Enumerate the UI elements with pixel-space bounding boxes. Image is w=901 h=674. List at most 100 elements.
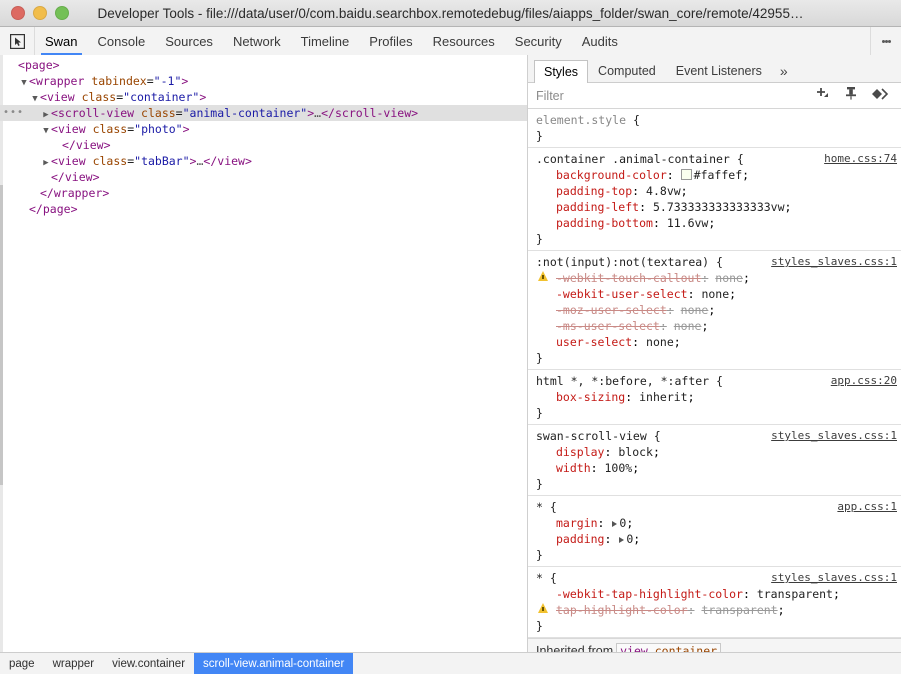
css-selector[interactable]: swan-scroll-view (536, 429, 647, 443)
css-declaration[interactable]: padding-left: 5.733333333333333vw; (536, 199, 901, 215)
tab-profiles[interactable]: Profiles (359, 27, 422, 55)
css-value[interactable]: 5.733333333333333vw (653, 200, 785, 214)
css-declaration[interactable]: -webkit-user-select: none; (536, 286, 901, 302)
css-origin-link[interactable]: styles_slaves.css:1 (771, 254, 897, 270)
css-property[interactable]: padding-bottom (556, 216, 653, 230)
css-value[interactable]: 4.8vw (646, 184, 681, 198)
dom-node[interactable]: ▼<wrapper tabindex="-1"> (0, 73, 527, 89)
chevron-double-right-icon[interactable]: » (772, 59, 796, 82)
css-property[interactable]: background-color (556, 168, 667, 182)
css-property[interactable]: -webkit-touch-callout (556, 271, 701, 285)
css-selector-row[interactable]: .container .animal-container {home.css:7… (536, 151, 901, 167)
css-selector[interactable]: element.style (536, 113, 626, 127)
breadcrumb-item-scroll-view-animal-container[interactable]: scroll-view.animal-container (194, 653, 353, 674)
css-value[interactable]: 0 (619, 516, 626, 530)
css-value[interactable]: none (674, 319, 702, 333)
css-property[interactable]: box-sizing (556, 390, 625, 404)
css-property[interactable]: -webkit-tap-highlight-color (556, 587, 743, 601)
zoom-button[interactable] (55, 6, 69, 20)
css-origin-link[interactable]: app.css:1 (837, 499, 897, 515)
css-origin-link[interactable]: styles_slaves.css:1 (771, 570, 897, 586)
inspect-element-icon[interactable] (0, 27, 35, 55)
minimize-button[interactable] (33, 6, 47, 20)
css-declaration[interactable]: -moz-user-select: none; (536, 302, 901, 318)
tab-sources[interactable]: Sources (155, 27, 223, 55)
tab-swan[interactable]: Swan (35, 27, 88, 55)
css-property[interactable]: tap-highlight-color (556, 603, 688, 617)
css-property[interactable]: padding (556, 532, 604, 546)
css-property[interactable]: -moz-user-select (556, 303, 667, 317)
dom-node[interactable]: ▼<view class="container"> (0, 89, 527, 105)
close-button[interactable] (11, 6, 25, 20)
css-selector-row[interactable]: * {styles_slaves.css:1 (536, 570, 901, 586)
dom-node[interactable]: ▶<view class="tabBar">…</view> (0, 153, 527, 169)
expand-triangle-icon[interactable] (619, 537, 624, 543)
css-property[interactable]: user-select (556, 335, 632, 349)
css-property[interactable]: padding-left (556, 200, 639, 214)
tab-audits[interactable]: Audits (572, 27, 628, 55)
tab-styles[interactable]: Styles (534, 60, 588, 83)
dom-node[interactable]: <page> (0, 57, 527, 73)
css-declaration[interactable]: padding-bottom: 11.6vw; (536, 215, 901, 231)
tab-event-listeners[interactable]: Event Listeners (666, 59, 772, 82)
css-origin-link[interactable]: home.css:74 (824, 151, 897, 167)
css-declaration[interactable]: display: block; (536, 444, 901, 460)
css-selector-row[interactable]: html *, *:before, *:after {app.css:20 (536, 373, 901, 389)
tab-network[interactable]: Network (223, 27, 291, 55)
css-value[interactable]: none (701, 287, 729, 301)
css-selector-row[interactable]: :not(input):not(textarea) {styles_slaves… (536, 254, 901, 270)
css-property[interactable]: -webkit-user-select (556, 287, 688, 301)
css-declaration[interactable]: margin: 0; (536, 515, 901, 531)
css-property[interactable]: padding-top (556, 184, 632, 198)
css-declaration[interactable]: width: 100%; (536, 460, 901, 476)
css-selector-row[interactable]: swan-scroll-view {styles_slaves.css:1 (536, 428, 901, 444)
css-declaration[interactable]: box-sizing: inherit; (536, 389, 901, 405)
breadcrumb-item-view-container[interactable]: view.container (103, 653, 194, 674)
css-selector[interactable]: .container .animal-container (536, 152, 730, 166)
dom-node[interactable]: </view> (0, 137, 527, 153)
css-property[interactable]: -ms-user-select (556, 319, 660, 333)
css-origin-link[interactable]: app.css:20 (831, 373, 897, 389)
window-controls[interactable] (0, 6, 69, 20)
css-value[interactable]: none (646, 335, 674, 349)
tab-timeline[interactable]: Timeline (291, 27, 360, 55)
css-declaration[interactable]: background-color: #faffef; (536, 167, 901, 183)
css-property[interactable]: margin (556, 516, 598, 530)
css-value[interactable]: none (715, 271, 743, 285)
css-selector[interactable]: :not(input):not(textarea) (536, 255, 709, 269)
tab-resources[interactable]: Resources (423, 27, 505, 55)
css-selector-row[interactable]: element.style { (536, 112, 901, 128)
dom-node[interactable]: </wrapper> (0, 185, 527, 201)
css-declaration[interactable]: padding-top: 4.8vw; (536, 183, 901, 199)
css-value[interactable]: block (618, 445, 653, 459)
breadcrumb-item-page[interactable]: page (0, 653, 44, 674)
css-selector[interactable]: * (536, 571, 543, 585)
css-value[interactable]: #faffef (694, 168, 742, 182)
kebab-menu-icon[interactable] (870, 27, 901, 55)
css-value[interactable]: inherit (639, 390, 687, 404)
css-value[interactable]: 0 (626, 532, 633, 546)
class-filter-icon[interactable] (871, 87, 889, 105)
css-declaration[interactable]: tap-highlight-color: transparent; (536, 602, 901, 618)
css-selector[interactable]: * (536, 500, 543, 514)
pin-icon[interactable] (845, 86, 857, 105)
dom-node[interactable]: </view> (0, 169, 527, 185)
css-declaration[interactable]: -ms-user-select: none; (536, 318, 901, 334)
css-value[interactable]: transparent (701, 603, 777, 617)
dom-node[interactable]: </page> (0, 201, 527, 217)
tab-security[interactable]: Security (505, 27, 572, 55)
new-style-rule-icon[interactable] (815, 86, 831, 105)
tab-computed[interactable]: Computed (588, 59, 666, 82)
tab-console[interactable]: Console (88, 27, 156, 55)
css-declaration[interactable]: padding: 0; (536, 531, 901, 547)
breadcrumb-item-wrapper[interactable]: wrapper (44, 653, 104, 674)
css-selector-row[interactable]: * {app.css:1 (536, 499, 901, 515)
expand-triangle-icon[interactable] (612, 521, 617, 527)
color-swatch[interactable] (681, 169, 692, 180)
dom-node[interactable]: •••▶<scroll-view class="animal-container… (0, 105, 527, 121)
filter-input[interactable]: Filter (536, 89, 815, 103)
css-property[interactable]: width (556, 461, 591, 475)
css-property[interactable]: display (556, 445, 604, 459)
css-declaration[interactable]: user-select: none; (536, 334, 901, 350)
dom-node[interactable]: ▼<view class="photo"> (0, 121, 527, 137)
